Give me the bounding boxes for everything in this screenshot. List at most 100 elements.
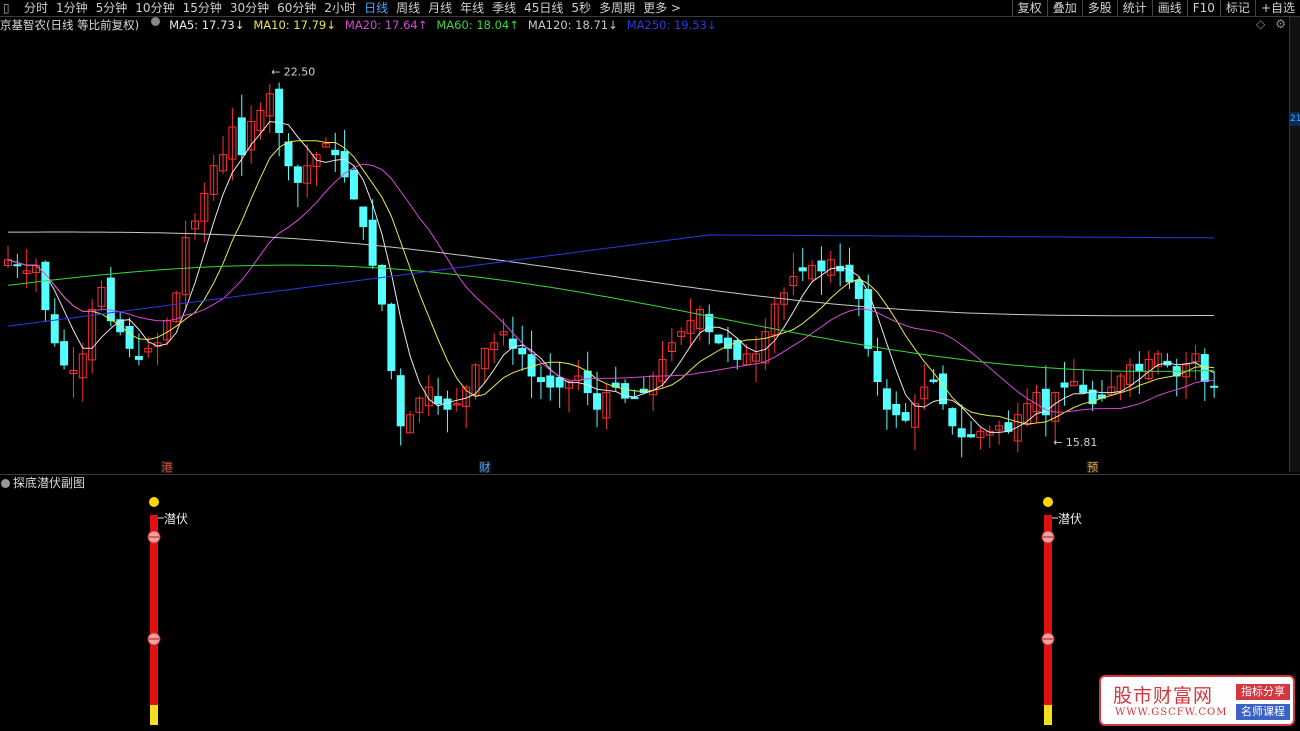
ma-legend-item: MA250: 19.53↓ [626, 18, 717, 32]
period-tabs: ▯ 分时 1分钟 5分钟 10分钟 15分钟 30分钟 60分钟 2小时 日线 周线 月线 年线 季线 4… [0, 0, 685, 16]
signal-dot [149, 497, 159, 507]
watermark-tag-share: 指标分享 [1236, 684, 1290, 700]
candle-body [1079, 384, 1088, 394]
candle-body [901, 412, 910, 421]
candle-body [967, 434, 976, 438]
candle-body [798, 267, 807, 272]
candle-body [331, 149, 340, 156]
period-tab[interactable]: 60分钟 [273, 0, 320, 16]
watermark-url: WWW.GSCFW.COM [1115, 707, 1228, 718]
high-annotation: ← 22.50 [271, 66, 315, 79]
period-tab[interactable]: 5秒 [567, 0, 595, 16]
tool-button[interactable]: 复权 [1011, 0, 1047, 16]
event-marker: 财 [479, 460, 490, 474]
candle-body [434, 396, 443, 405]
candle-body [854, 279, 863, 300]
period-tab[interactable]: 45日线 [520, 0, 567, 16]
period-tab[interactable]: 更多 > [639, 0, 685, 16]
candle-body [817, 260, 826, 272]
candle-body [536, 377, 545, 383]
kline-chart[interactable]: ← 22.50 ← 15.81 港 财 预 [0, 34, 1290, 474]
menu-icon[interactable]: ▯ [0, 0, 20, 16]
ma-legend-item: MA20: 17.64↑ [344, 18, 428, 32]
price-scale-strip[interactable] [1289, 17, 1300, 472]
candle-body [349, 169, 358, 200]
chart-corner-icons: ◇ ⚙ [1256, 17, 1286, 31]
period-toolbar: ▯ 分时 1分钟 5分钟 10分钟 15分钟 30分钟 60分钟 2小时 日线 周线 月线 年线 季线 4… [0, 0, 1300, 17]
signal-dot [1043, 497, 1053, 507]
candle-body [41, 261, 50, 311]
settings-icon[interactable]: ⚙ [1275, 17, 1286, 31]
candle-body [237, 117, 246, 156]
period-tab[interactable]: 月线 [424, 0, 456, 16]
candle-body [845, 264, 854, 283]
candle-body [583, 370, 592, 394]
candle-body [106, 277, 115, 322]
signal-bar-base [1044, 705, 1052, 725]
panel-divider[interactable] [0, 474, 1300, 475]
candle-body [948, 408, 957, 427]
period-tab[interactable]: 周线 [392, 0, 424, 16]
tool-button[interactable]: +自选 [1254, 0, 1300, 16]
signal-label: 潜伏 [1058, 512, 1082, 526]
candle-body [378, 264, 386, 305]
candle-body [630, 397, 639, 400]
period-tab[interactable]: 分时 [20, 0, 52, 16]
tool-button[interactable]: 统计 [1116, 0, 1152, 16]
diamond-icon[interactable]: ◇ [1256, 17, 1265, 31]
candle-body [527, 354, 536, 377]
period-tab[interactable]: 15分钟 [179, 0, 226, 16]
candle-body [714, 334, 723, 344]
ma-legend: 京基智农(日线 等比前复权) MA5: 17.73↓ MA10: 17.79↓ MA… [0, 17, 726, 34]
watermark-logo: 股市财富网 WWW.GSCFW.COM 指标分享 名师课程 [1099, 675, 1295, 726]
candle-body [546, 375, 555, 388]
tool-button[interactable]: 叠加 [1046, 0, 1082, 16]
signal-label: 潜伏 [164, 512, 188, 526]
tool-button[interactable]: 多股 [1081, 0, 1117, 16]
tool-button[interactable]: 标记 [1219, 0, 1255, 16]
tool-buttons: 复权 叠加 多股 统计 画线 F10 标记 +自选 [1011, 0, 1300, 16]
candle-body [1060, 382, 1069, 388]
period-tab[interactable]: 季线 [488, 0, 520, 16]
period-tab[interactable]: 5分钟 [92, 0, 132, 16]
tool-button[interactable]: F10 [1186, 0, 1220, 16]
candle-body [60, 341, 69, 366]
candle-body [873, 351, 882, 383]
price-tag: 21 [1290, 112, 1300, 126]
ma-legend-item: MA5: 17.73↓ [169, 18, 245, 32]
period-tab[interactable]: 30分钟 [226, 0, 273, 16]
candle-body [1210, 385, 1219, 388]
candle-body [396, 375, 405, 427]
event-marker: 预 [1087, 461, 1098, 474]
period-tab[interactable]: 日线 [360, 0, 392, 16]
candle-body [387, 303, 396, 371]
candle-body [443, 398, 452, 410]
period-tab[interactable]: 多周期 [595, 0, 639, 16]
event-marker: 港 [161, 461, 172, 474]
sub-panel-title: 探底潜伏副图 [13, 476, 86, 490]
candle-body [284, 141, 293, 167]
legend-settings-icon[interactable] [151, 17, 161, 26]
low-annotation: ← 15.81 [1053, 436, 1097, 449]
tool-button[interactable]: 画线 [1151, 0, 1187, 16]
period-tab[interactable]: 2小时 [320, 0, 360, 16]
candle-body [50, 314, 59, 344]
candle-body [368, 219, 377, 266]
candle-body [359, 206, 368, 228]
period-tab[interactable]: 1分钟 [52, 0, 92, 16]
candle-body [1135, 363, 1144, 371]
ma-legend-item: MA120: 18.71↓ [527, 18, 618, 32]
watermark-title: 股市财富网 [1113, 685, 1214, 707]
candle-body [929, 379, 938, 383]
candle-body [957, 428, 966, 438]
period-tab[interactable]: 10分钟 [131, 0, 178, 16]
candle-body [518, 347, 527, 355]
sub-settings-icon[interactable] [1, 479, 10, 488]
candle-body [134, 355, 143, 360]
candle-body [13, 264, 22, 267]
candle-body [892, 403, 901, 416]
sub-panel-header: 探底潜伏副图 [0, 475, 85, 491]
watermark-tag-course: 名师课程 [1236, 704, 1290, 720]
candle-body [125, 325, 134, 349]
period-tab[interactable]: 年线 [456, 0, 488, 16]
